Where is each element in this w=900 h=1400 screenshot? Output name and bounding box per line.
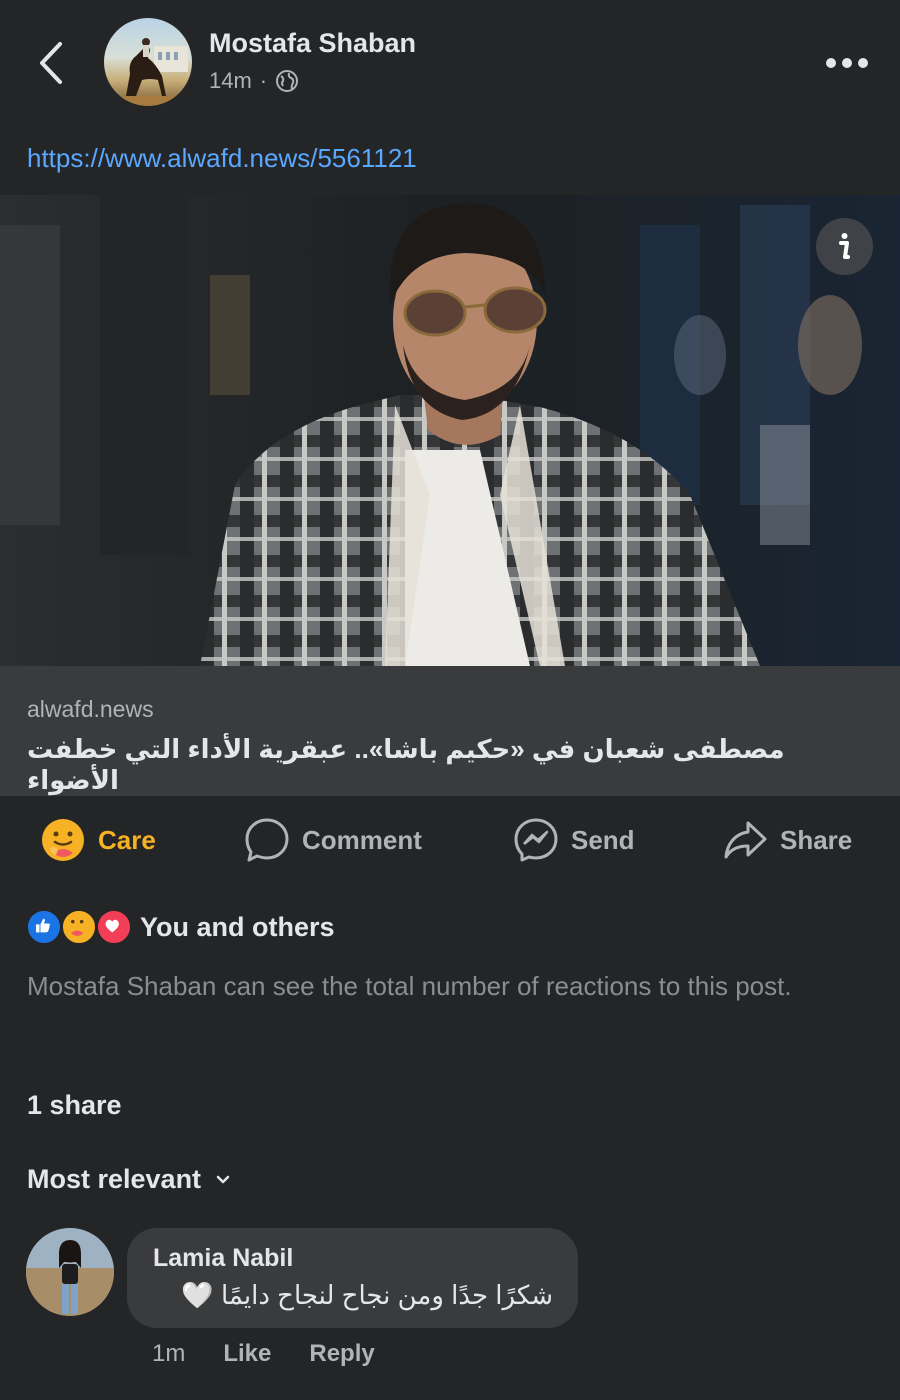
post-action-bar: Care Comment Send Share	[0, 800, 900, 880]
care-icon	[61, 909, 97, 945]
comment-sort-dropdown[interactable]: Most relevant	[27, 1164, 231, 1195]
share-label: Share	[780, 824, 853, 855]
comment-bubble-icon	[245, 818, 289, 862]
post-link-text[interactable]: https://www.alwafd.news/5561121	[27, 143, 417, 174]
commenter-avatar[interactable]	[26, 1228, 114, 1316]
globe-icon	[276, 70, 299, 92]
messenger-icon	[514, 818, 558, 862]
info-button[interactable]	[816, 218, 873, 275]
comment-text: شكرًا جدًا ومن نجاح لنجاح دايمًا 🤍	[181, 1280, 553, 1310]
comment-like-button[interactable]: Like	[223, 1340, 271, 1368]
info-icon	[839, 233, 850, 259]
share-count[interactable]: 1 share	[27, 1090, 122, 1121]
comment-actions: 1m Like Reply	[152, 1340, 375, 1368]
meta-separator: ·	[259, 68, 268, 93]
chevron-down-icon	[216, 1175, 230, 1183]
more-options-button[interactable]	[820, 50, 874, 76]
post-meta: 14m ·	[209, 68, 299, 94]
comment-label: Comment	[302, 824, 422, 855]
poster-name[interactable]: Mostafa Shaban	[209, 28, 416, 59]
care-reaction-button[interactable]: Care	[40, 814, 156, 866]
comment-button[interactable]: Comment	[244, 814, 422, 866]
back-button[interactable]	[30, 38, 74, 88]
send-label: Send	[571, 824, 635, 855]
care-label: Care	[98, 824, 156, 855]
reactions-summary[interactable]: You and others	[26, 906, 335, 948]
man-portrait-image	[0, 195, 900, 666]
link-domain: alwafd.news	[27, 696, 154, 722]
send-button[interactable]: Send	[513, 814, 635, 866]
avatar-woman-image	[26, 1228, 114, 1316]
comment-reply-button[interactable]: Reply	[309, 1340, 374, 1368]
more-dots-icon	[826, 58, 868, 68]
comment-bubble[interactable]: Lamia Nabil شكرًا جدًا ومن نجاح لنجاح دا…	[127, 1228, 578, 1328]
link-title: مصطفى شعبان في «حكيم باشا».. عبقرية الأد…	[27, 734, 785, 795]
comment-time[interactable]: 1m	[152, 1340, 185, 1368]
reaction-icons	[26, 907, 134, 947]
care-icon	[42, 819, 84, 861]
link-preview-card[interactable]: alwafd.news مصطفى شعبان في «حكيم باشا»..…	[0, 666, 900, 796]
commenter-name[interactable]: Lamia Nabil	[153, 1244, 293, 1273]
share-button[interactable]: Share	[722, 814, 852, 866]
reactions-summary-text: You and others	[140, 911, 335, 942]
poster-avatar[interactable]	[104, 18, 192, 106]
love-icon	[96, 909, 132, 945]
link-preview-image[interactable]	[0, 195, 900, 666]
post-time[interactable]: 14m	[209, 68, 252, 94]
sort-label: Most relevant	[27, 1164, 202, 1194]
like-icon	[26, 909, 62, 945]
reactions-privacy-note: Mostafa Shaban can see the total number …	[27, 971, 792, 1001]
share-arrow-icon	[724, 821, 767, 859]
chevron-left-icon	[40, 42, 62, 84]
post-header: Mostafa Shaban 14m ·	[0, 0, 900, 130]
avatar-horse-rider-image	[104, 38, 192, 106]
